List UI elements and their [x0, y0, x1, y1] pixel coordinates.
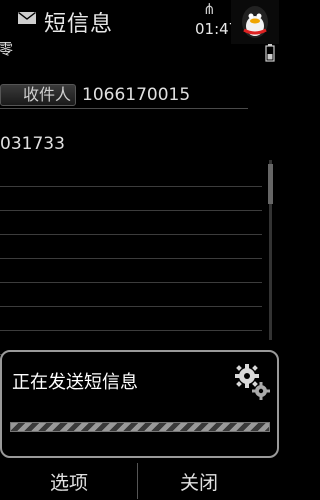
sending-dialog: 正在发送短信息 — [0, 350, 279, 458]
softkey-bar: 选项 关闭 — [0, 460, 279, 500]
scrollbar[interactable] — [265, 160, 277, 340]
message-lines — [0, 163, 262, 355]
battery-icon — [265, 44, 275, 62]
softkey-divider — [137, 463, 138, 499]
cut-off-label: 零 — [0, 40, 14, 58]
message-body[interactable]: 031733 — [0, 134, 65, 154]
progress-bar — [10, 422, 270, 432]
avatar — [231, 0, 279, 44]
recipient-row: 收件人 1066170015 — [0, 80, 248, 109]
recipient-button[interactable]: 收件人 — [0, 84, 76, 106]
status-bar: 短信息 ⋔ 01:47 — [0, 0, 279, 62]
recipient-field[interactable]: 1066170015 — [82, 85, 190, 105]
close-button[interactable]: 关闭 — [180, 468, 218, 495]
signal-icon: ⋔ — [203, 0, 216, 18]
app-title: 短信息 — [44, 12, 114, 37]
options-button[interactable]: 选项 — [50, 468, 88, 495]
dialog-message: 正在发送短信息 — [12, 372, 138, 393]
gear-icon — [235, 364, 270, 400]
message-icon — [18, 12, 36, 24]
